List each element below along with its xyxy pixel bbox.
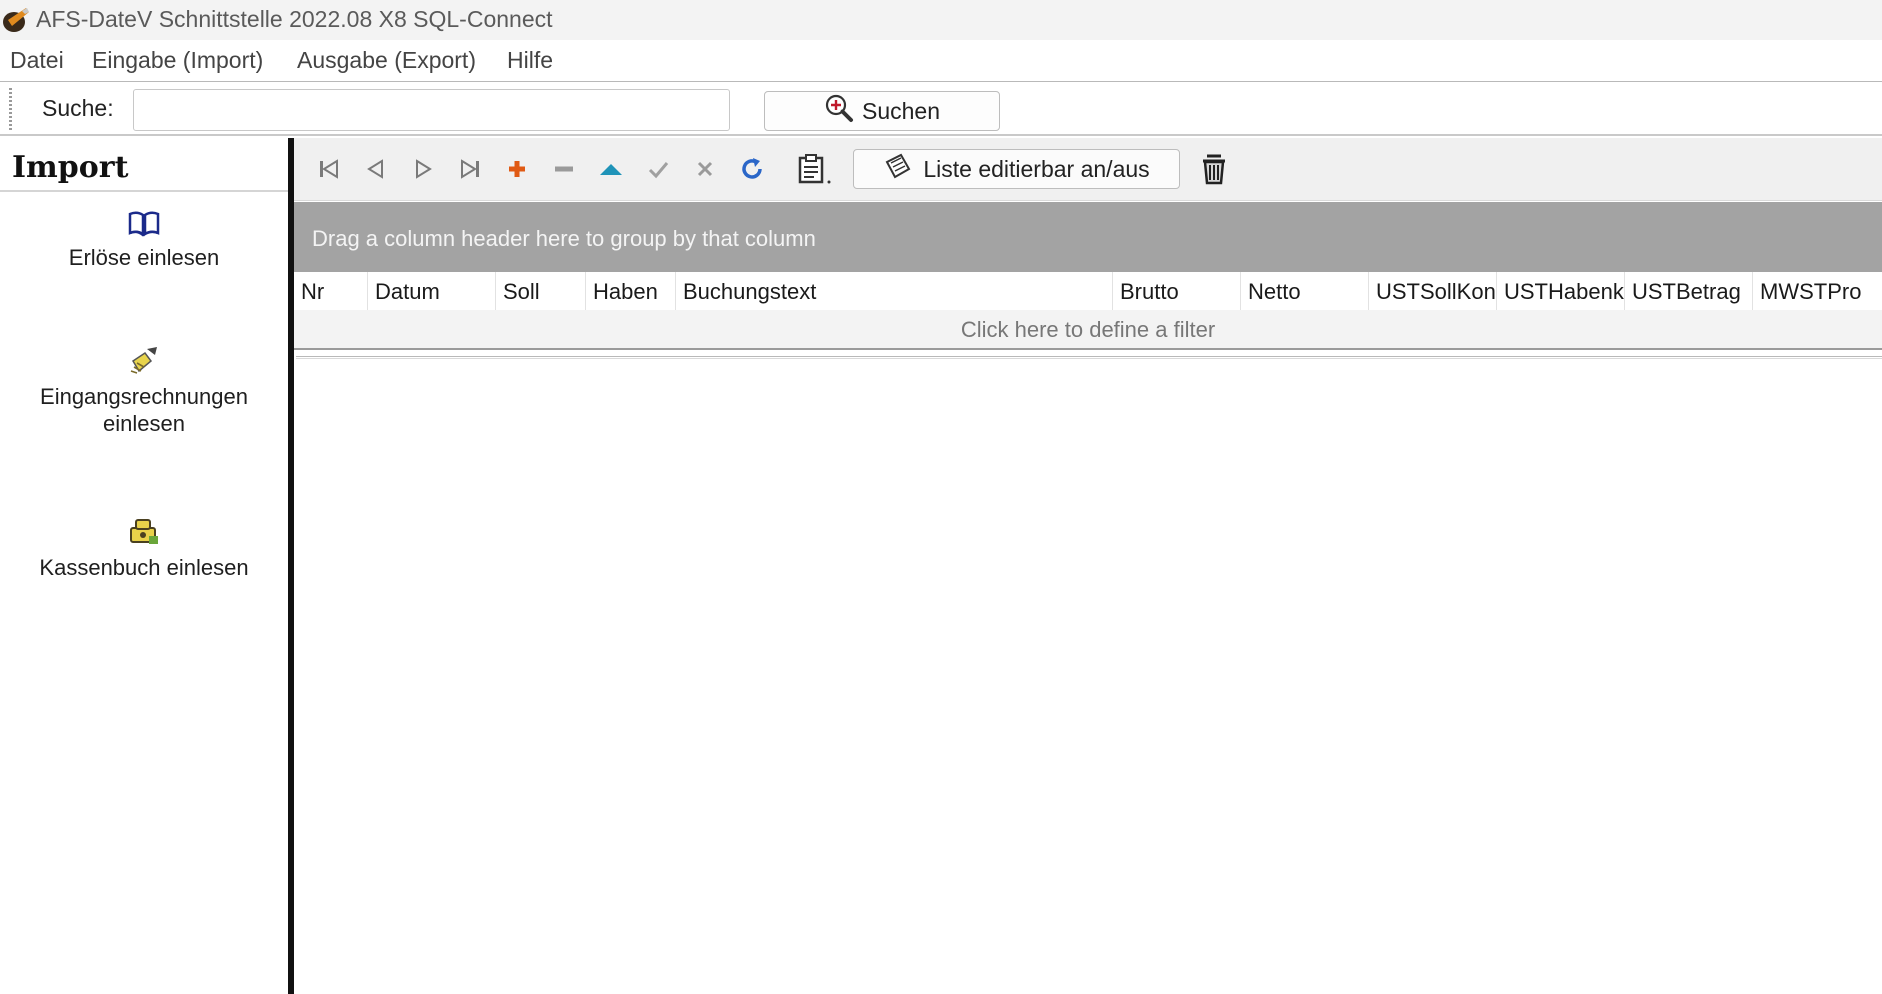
first-record-icon [320,159,338,179]
first-record-button[interactable] [314,154,344,184]
delete-record-button[interactable] [549,154,579,184]
search-input[interactable] [133,89,730,131]
broom-icon [0,345,288,377]
sidebar-item-erloese-einlesen[interactable]: Erlöse einlesen [0,208,288,271]
grid-header-row: Nr Datum Soll Haben Buchungstext Brutto … [294,272,1882,310]
sidebar-divider [0,190,288,192]
trash-button[interactable] [1196,151,1232,187]
clipboard-settings-icon [798,154,831,184]
plus-icon [509,161,525,177]
window-title: AFS-DateV Schnittstelle 2022.08 X8 SQL-C… [36,6,553,32]
insert-record-button[interactable] [502,154,532,184]
sidebar-item-label: Kassenbuch einlesen [39,555,249,580]
menu-datei[interactable]: Datei [10,47,64,74]
sidebar-item-label: Erlöse einlesen [68,245,220,270]
column-header-netto[interactable]: Netto [1241,272,1369,310]
column-header-ustbetrag[interactable]: USTBetrag [1625,272,1753,310]
edit-list-icon [883,152,913,186]
menu-eingabe-import[interactable]: Eingabe (Import) [92,47,263,74]
prior-record-button[interactable] [361,154,391,184]
column-header-haben[interactable]: Haben [586,272,676,310]
refresh-icon [742,158,762,179]
last-record-icon [461,159,479,179]
search-button[interactable]: Suchen [764,91,1000,131]
column-header-usthabenkonto[interactable]: USTHabenk [1497,272,1625,310]
last-record-button[interactable] [455,154,485,184]
checkmark-icon [648,162,669,179]
next-record-button[interactable] [408,154,438,184]
toolbar-grip-handle[interactable] [9,88,12,130]
triangle-up-icon [600,164,622,175]
group-by-hint: Drag a column header here to group by th… [312,226,816,251]
menu-hilfe[interactable]: Hilfe [507,47,553,74]
cancel-record-button[interactable] [690,154,720,184]
app-logo-icon [0,4,32,36]
search-bar: Suche: Suchen [0,82,1882,136]
close-icon [697,161,713,177]
column-header-soll[interactable]: Soll [496,272,586,310]
filter-row[interactable]: Click here to define a filter [294,310,1882,350]
filter-hint: Click here to define a filter [960,317,1216,342]
prior-record-icon [367,159,383,179]
grid-settings-button[interactable] [794,154,834,184]
grid-body-border [296,356,1882,359]
magnifier-icon [824,93,854,129]
search-button-label: Suchen [861,97,940,124]
refresh-records-button[interactable] [737,154,767,184]
minus-icon [555,166,573,172]
column-header-nr[interactable]: Nr [294,272,368,310]
post-record-button[interactable] [643,154,673,184]
edit-record-button[interactable] [596,154,626,184]
column-header-brutto[interactable]: Brutto [1113,272,1241,310]
column-header-datum[interactable]: Datum [368,272,496,310]
edit-toggle-label: Liste editierbar an/aus [923,155,1150,182]
sidebar-item-eingangsrechnungen-einlesen[interactable]: Eingangsrechnungen einlesen [0,345,288,437]
next-record-icon [416,159,432,179]
menu-ausgabe-export[interactable]: Ausgabe (Export) [297,47,476,74]
search-label: Suche: [42,95,114,121]
cashbox-icon [0,516,288,548]
book-icon [0,208,288,238]
column-header-ustsollkonto[interactable]: USTSollKon [1369,272,1497,310]
menu-bar: Datei Eingabe (Import) Ausgabe (Export) … [0,40,1882,82]
sidebar-title: Import [12,150,129,185]
column-header-mwstprozent[interactable]: MWSTPro [1753,272,1882,310]
sidebar-item-kassenbuch-einlesen[interactable]: Kassenbuch einlesen [0,516,288,581]
column-header-buchungstext[interactable]: Buchungstext [676,272,1113,310]
sidebar-item-label: Eingangsrechnungen einlesen [40,384,248,436]
trash-icon [1203,154,1225,185]
edit-toggle-button[interactable]: Liste editierbar an/aus [853,149,1180,189]
